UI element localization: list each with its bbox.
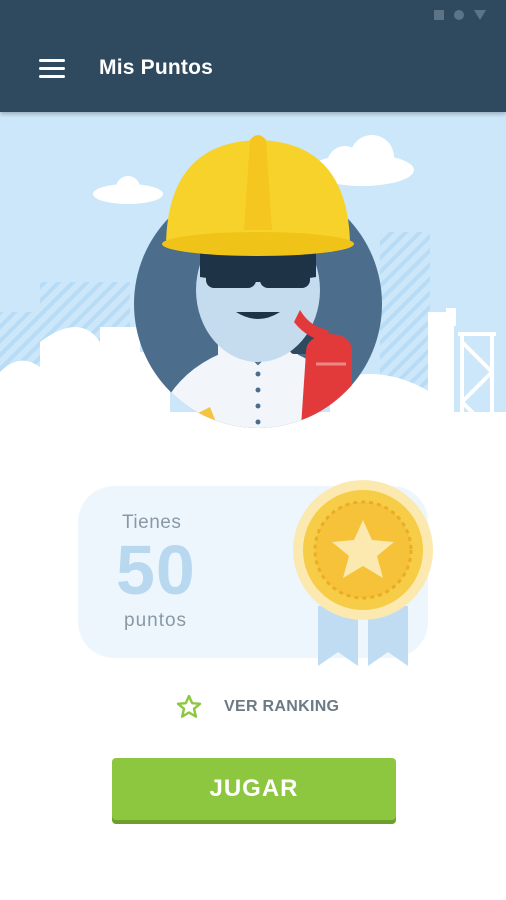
page-title: Mis Puntos — [99, 56, 214, 79]
ver-ranking-label: VER RANKING — [224, 698, 340, 715]
ver-ranking-link[interactable]: VER RANKING — [176, 694, 339, 720]
points-suffix: puntos — [124, 610, 188, 631]
wifi-icon — [454, 10, 464, 20]
points-value: 50 — [116, 531, 196, 609]
medal-icon — [293, 480, 433, 666]
menu-icon[interactable] — [36, 56, 68, 82]
star-icon — [176, 694, 202, 718]
hero-illustration — [0, 112, 506, 452]
signal-icon — [434, 10, 444, 20]
app-bar: Mis Puntos — [0, 0, 506, 112]
play-button[interactable]: JUGAR — [112, 758, 396, 820]
battery-icon — [474, 10, 486, 20]
status-icons — [434, 10, 486, 20]
